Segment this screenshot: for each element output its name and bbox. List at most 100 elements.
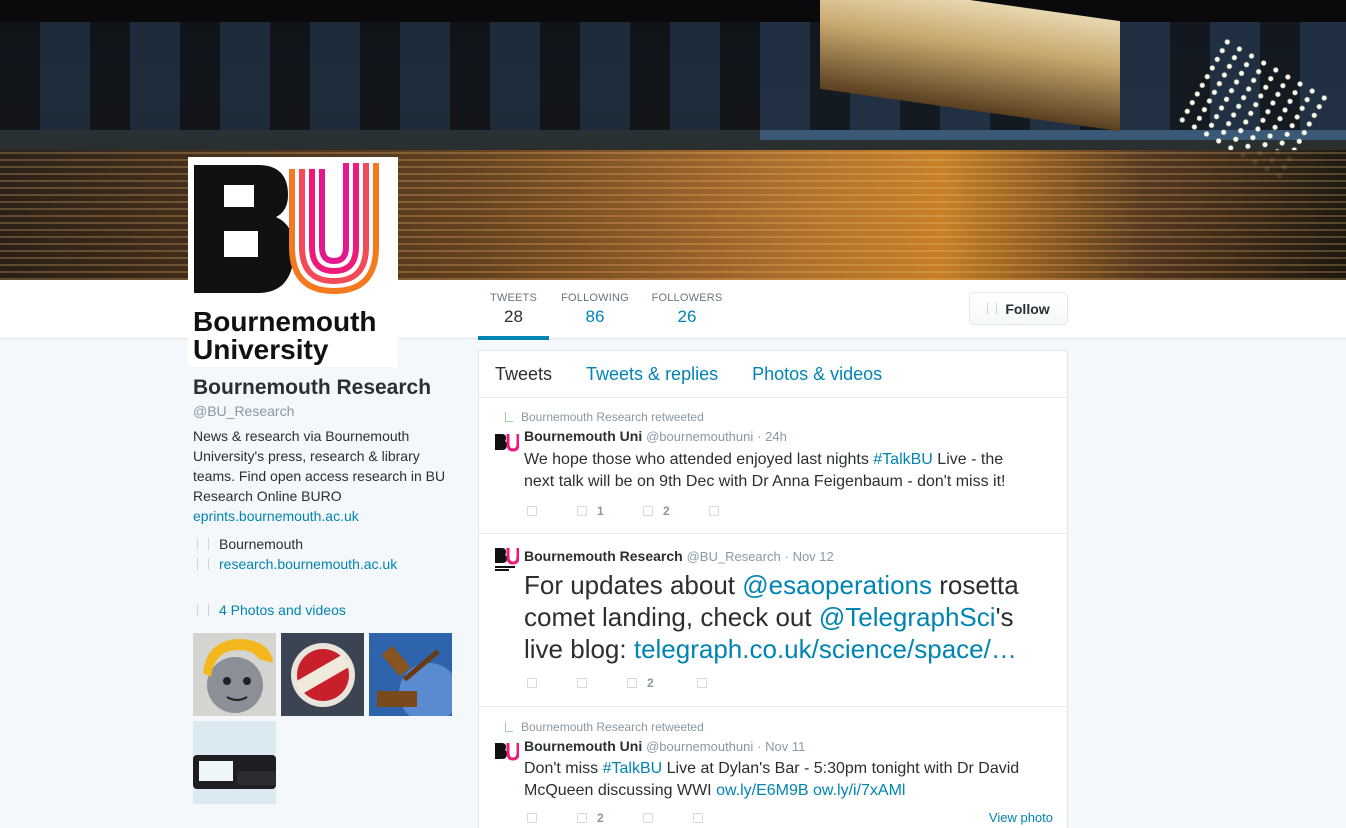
tweet-author-name[interactable]: Bournemouth Research <box>524 548 683 564</box>
follow-icon <box>987 303 998 314</box>
favorite-count: 2 <box>663 504 670 518</box>
retweet-button[interactable]: 1 <box>577 504 643 518</box>
stat-followers-label: FOLLOWERS <box>651 292 723 304</box>
tweet-timestamp[interactable]: Nov 11 <box>765 739 805 754</box>
follow-button-label: Follow <box>1005 300 1050 317</box>
url-link[interactable]: telegraph.co.uk/science/space/… <box>634 634 1017 664</box>
retweet-icon <box>577 813 587 823</box>
stat-followers-count: 26 <box>677 307 697 326</box>
stat-tweets[interactable]: TWEETS 28 <box>478 292 549 327</box>
tweet-actions: 2 <box>527 811 703 825</box>
url-link[interactable]: ow.ly/i/7xAMl <box>813 782 905 799</box>
tweet[interactable]: Bournemouth Research retweeted Bournemou… <box>479 398 1067 534</box>
star-icon <box>643 506 653 516</box>
timeline-tabs: Tweets Tweets & replies Photos & videos <box>479 351 1067 398</box>
stat-following-count: 86 <box>585 307 605 326</box>
link-icon <box>197 558 209 570</box>
profile-handle[interactable]: @BU_Research <box>193 403 463 419</box>
logo-line-1: Bournemouth <box>193 306 377 337</box>
url-link[interactable]: ow.ly/E6M9B <box>716 782 808 799</box>
photo-thumbnail[interactable] <box>281 633 364 716</box>
photo-icon <box>197 604 209 616</box>
stat-tweets-label: TWEETS <box>489 292 538 304</box>
retweet-icon <box>577 506 587 516</box>
reply-button[interactable] <box>527 678 577 688</box>
mention-link[interactable]: @TelegraphSci <box>819 602 996 632</box>
more-icon <box>709 506 719 516</box>
tweet[interactable]: Bournemouth Research retweeted Bournemou… <box>479 707 1067 828</box>
tab-photos-and-videos[interactable]: Photos & videos <box>752 364 882 385</box>
reply-button[interactable] <box>527 506 577 516</box>
stat-following-label: FOLLOWING <box>561 292 629 304</box>
star-icon <box>643 813 653 823</box>
profile-location-text: Bournemouth <box>219 536 304 552</box>
stat-followers[interactable]: FOLLOWERS 26 <box>649 292 725 327</box>
tab-tweets[interactable]: Tweets <box>495 364 552 385</box>
tweet-author-handle[interactable]: @BU_Research <box>687 549 781 564</box>
reply-button[interactable] <box>527 813 577 823</box>
stat-following[interactable]: FOLLOWING 86 <box>557 292 633 327</box>
hashtag-link[interactable]: #TalkBU <box>603 760 663 777</box>
retweet-context: Bournemouth Research retweeted <box>505 410 704 424</box>
hashtag-link[interactable]: #TalkBU <box>873 451 933 468</box>
star-icon <box>627 678 637 688</box>
retweet-icon <box>577 678 587 688</box>
more-button[interactable] <box>709 506 719 516</box>
tweet-text: Don't miss #TalkBU Live at Dylan's Bar -… <box>524 760 1020 799</box>
more-icon <box>693 813 703 823</box>
tweet-text: For updates about @esaoperations rosetta… <box>524 570 1019 664</box>
tweet-avatar[interactable] <box>494 432 519 457</box>
follow-button[interactable]: Follow <box>969 292 1068 325</box>
profile-card: Bournemouth Research @BU_Research News &… <box>193 376 463 618</box>
favorite-button[interactable] <box>643 813 693 823</box>
tweet-author-name[interactable]: Bournemouth Uni <box>524 428 642 444</box>
profile-bio-link[interactable]: eprints.bournemouth.ac.uk <box>193 506 463 526</box>
mention-link[interactable]: @esaoperations <box>742 570 932 600</box>
tweet-author-handle[interactable]: @bournemouthuni <box>646 429 753 444</box>
tweet-timestamp[interactable]: 24h <box>765 429 787 444</box>
retweet-button[interactable]: 2 <box>577 811 643 825</box>
retweet-context: Bournemouth Research retweeted <box>505 720 704 734</box>
retweet-context-text: Bournemouth Research retweeted <box>521 410 704 424</box>
photo-thumbnail[interactable] <box>193 633 276 716</box>
profile-website-link[interactable]: research.bournemouth.ac.uk <box>219 556 397 572</box>
tweet-timestamp[interactable]: Nov 12 <box>793 549 834 564</box>
tweet[interactable]: Bournemouth Research @BU_Research · Nov … <box>479 534 1067 707</box>
profile-location: Bournemouth <box>193 536 463 552</box>
tweet-header: Bournemouth Uni @bournemouthuni · Nov 11 <box>524 738 806 754</box>
reply-icon <box>527 813 537 823</box>
photo-thumbnail[interactable] <box>193 721 276 804</box>
reply-icon <box>527 506 537 516</box>
more-button[interactable] <box>693 813 703 823</box>
reply-icon <box>527 678 537 688</box>
location-icon <box>197 538 209 550</box>
tweet-author-handle[interactable]: @bournemouthuni <box>646 739 753 754</box>
tweet-header: Bournemouth Uni @bournemouthuni · 24h <box>524 428 787 444</box>
tweet-actions: 2 <box>527 676 707 690</box>
tab-tweets-and-replies[interactable]: Tweets & replies <box>586 364 718 385</box>
favorite-button[interactable]: 2 <box>627 676 697 690</box>
tweet-avatar[interactable] <box>494 547 519 572</box>
view-photo-link[interactable]: View photo <box>989 810 1053 825</box>
tweet-actions: 1 2 <box>527 504 719 518</box>
profile-name[interactable]: Bournemouth Research <box>193 376 463 400</box>
profile-bio: News & research via Bournemouth Universi… <box>193 426 463 526</box>
tweet-author-name[interactable]: Bournemouth Uni <box>524 738 642 754</box>
favorite-count: 2 <box>647 676 654 690</box>
photos-and-videos-link[interactable]: 4 Photos and videos <box>193 602 463 618</box>
favorite-button[interactable]: 2 <box>643 504 709 518</box>
photos-and-videos-label: 4 Photos and videos <box>219 602 346 618</box>
logo-line-2: University <box>193 334 329 365</box>
retweet-count: 2 <box>597 811 604 825</box>
photo-thumbnail[interactable] <box>369 633 452 716</box>
profile-avatar[interactable]: Bournemouth University <box>188 157 398 367</box>
stat-tweets-count: 28 <box>504 307 523 326</box>
retweet-count: 1 <box>597 504 604 518</box>
retweet-button[interactable] <box>577 678 627 688</box>
profile-website: research.bournemouth.ac.uk <box>193 556 463 572</box>
retweet-icon <box>505 412 513 422</box>
active-stat-underline <box>478 336 549 340</box>
more-button[interactable] <box>697 678 707 688</box>
tweet-timeline: Tweets Tweets & replies Photos & videos … <box>478 350 1068 828</box>
tweet-avatar[interactable] <box>494 741 519 766</box>
